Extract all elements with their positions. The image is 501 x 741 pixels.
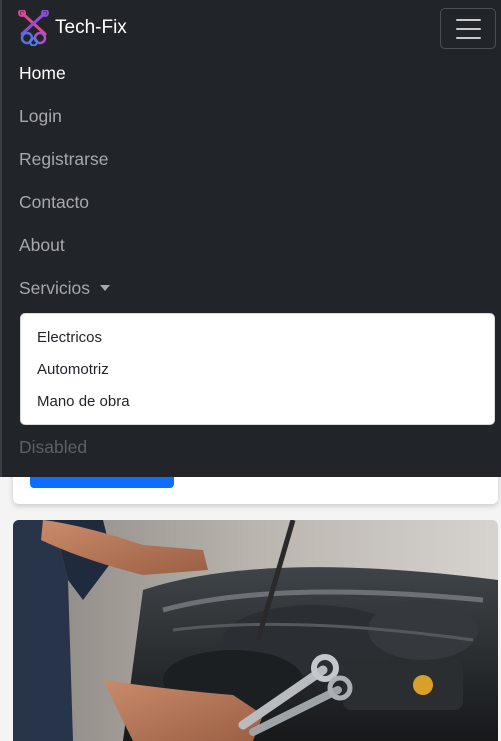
nav-link-home[interactable]: Home — [19, 52, 495, 95]
nav-link-about[interactable]: About — [19, 224, 495, 267]
dropdown-item-mano-de-obra[interactable]: Mano de obra — [21, 386, 494, 418]
navbar: Tech-Fix Home Login Registrarse Contacto… — [0, 0, 501, 477]
nav-link-registrarse[interactable]: Registrarse — [19, 138, 495, 181]
brand-name: Tech-Fix — [55, 17, 127, 38]
caret-down-icon — [100, 285, 110, 291]
hamburger-line — [455, 36, 481, 39]
hamburger-line — [455, 18, 481, 21]
nav-menu: Home Login Registrarse Contacto About Se… — [19, 52, 495, 310]
nav-link-login[interactable]: Login — [19, 95, 495, 138]
servicios-dropdown-menu: Electricos Automotriz Mano de obra — [20, 313, 495, 425]
servicios-label: Servicios — [19, 278, 90, 298]
brand-link[interactable]: Tech-Fix — [18, 10, 127, 46]
dropdown-item-electricos[interactable]: Electricos — [21, 322, 494, 354]
hamburger-line — [455, 27, 481, 30]
mechanic-engine-photo — [13, 520, 498, 741]
nav-dropdown-servicios[interactable]: Servicios — [19, 267, 495, 310]
wrench-gears-icon — [18, 10, 49, 46]
navbar-toggler-button[interactable] — [440, 8, 496, 49]
nav-link-disabled: Disabled — [19, 437, 88, 457]
nav-link-contacto[interactable]: Contacto — [19, 181, 495, 224]
dropdown-item-automotriz[interactable]: Automotriz — [21, 354, 494, 386]
